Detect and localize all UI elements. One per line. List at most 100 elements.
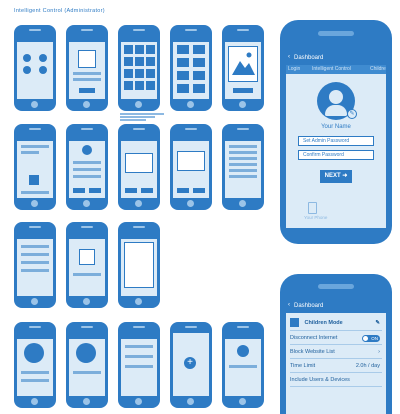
thumb-line	[21, 371, 49, 374]
thumb-header	[173, 135, 209, 141]
tab-login[interactable]: Login	[288, 66, 300, 72]
include-row[interactable]: Include Users & Devices	[290, 375, 382, 387]
thumb-phone-timer[interactable]	[118, 124, 160, 210]
thumb-app-icon	[124, 57, 133, 66]
dashboard-screen: ‹ Dashboard Children Mode ✎ Disconnect I…	[286, 300, 386, 414]
back-chevron-icon[interactable]: ‹	[288, 54, 290, 60]
thumb-phone-list[interactable]	[222, 124, 264, 210]
home-button[interactable]	[135, 101, 142, 108]
thumb-dot-icon	[39, 54, 47, 62]
thumb-phone-gallery[interactable]	[170, 25, 212, 111]
thumb-phone-signup[interactable]	[66, 25, 108, 111]
back-chevron-icon[interactable]: ‹	[288, 302, 290, 308]
home-button[interactable]	[83, 200, 90, 207]
home-button[interactable]	[83, 298, 90, 305]
thumb-app-icon	[124, 81, 133, 90]
home-button[interactable]	[187, 200, 194, 207]
edit-icon[interactable]: ✎	[375, 316, 380, 330]
time-limit-row[interactable]: Time Limit 2.0h / day	[290, 361, 382, 373]
speaker	[185, 326, 197, 328]
thumb-line	[21, 151, 39, 154]
thumb-list-row	[21, 261, 49, 264]
home-button[interactable]	[239, 398, 246, 405]
home-button[interactable]	[31, 101, 38, 108]
thumb-header	[69, 333, 105, 339]
thumb-phone-quote-2[interactable]	[66, 322, 108, 408]
confirm-password-field[interactable]: Confirm Password	[298, 150, 374, 160]
thumb-image-icon	[193, 71, 205, 80]
home-button[interactable]	[187, 398, 194, 405]
thumb-header	[69, 135, 105, 141]
user-avatar-icon[interactable]: ✎	[317, 82, 357, 120]
thumb-phone-grid[interactable]	[118, 25, 160, 111]
thumb-field	[73, 78, 101, 81]
header-title: Dashboard	[294, 55, 324, 61]
thumb-app-icon	[146, 57, 155, 66]
thumb-phone-schedule[interactable]	[170, 124, 212, 210]
dashboard-header: ‹ Dashboard	[286, 300, 386, 313]
password-field[interactable]: Set Admin Password	[298, 136, 374, 146]
home-button[interactable]	[31, 200, 38, 207]
thumb-header	[17, 135, 53, 141]
disconnect-toggle[interactable]: ON	[362, 335, 380, 342]
thumb-photo-frame	[228, 46, 258, 82]
thumb-phone-add[interactable]: +	[170, 322, 212, 408]
phone-icon	[308, 202, 317, 214]
page-title: Intelligent Control (Administrator)	[14, 8, 105, 14]
speaker	[318, 31, 354, 36]
thumb-button	[177, 188, 189, 193]
thumb-screen	[121, 233, 157, 296]
home-button[interactable]	[135, 298, 142, 305]
children-mode-label: Children Mode	[304, 320, 343, 326]
home-button[interactable]	[83, 398, 90, 405]
thumb-phone-profile[interactable]	[66, 124, 108, 210]
block-list-row[interactable]: Block Website List ›	[290, 347, 382, 359]
thumb-image-icon	[193, 84, 205, 93]
thumb-field	[73, 72, 101, 75]
home-button[interactable]	[83, 101, 90, 108]
tab-intelligent-control[interactable]: Intelligent Control	[312, 66, 351, 72]
thumb-phone-form[interactable]	[118, 222, 160, 308]
thumb-button	[193, 188, 205, 193]
home-button[interactable]	[135, 398, 142, 405]
plus-icon: +	[184, 357, 196, 369]
edit-avatar-icon[interactable]: ✎	[347, 109, 357, 119]
thumb-chart-icon	[29, 175, 39, 185]
quote-icon	[24, 343, 44, 363]
home-button[interactable]	[187, 101, 194, 108]
thumb-phone-device[interactable]	[222, 322, 264, 408]
speaker	[185, 29, 197, 31]
thumb-app-icon	[135, 45, 144, 54]
thumb-line	[73, 168, 101, 171]
tab-children[interactable]: Childre	[370, 66, 386, 72]
thumb-phone-start[interactable]	[14, 25, 56, 111]
thumb-screen	[69, 36, 105, 99]
thumb-screen	[17, 135, 53, 198]
home-button[interactable]	[135, 200, 142, 207]
thumb-list-row	[229, 169, 257, 172]
children-mode-row[interactable]: Children Mode ✎	[290, 316, 382, 331]
thumb-dot-icon	[39, 66, 47, 74]
thumb-phone-settings[interactable]	[118, 322, 160, 408]
thumb-phone-user[interactable]	[66, 222, 108, 308]
home-button[interactable]	[31, 298, 38, 305]
thumb-image-icon	[177, 45, 189, 54]
thumb-image-icon	[177, 71, 189, 80]
thumb-avatar-icon	[82, 145, 92, 155]
thumb-line	[21, 145, 49, 148]
speaker	[318, 284, 354, 289]
thumb-line	[73, 273, 101, 276]
home-button[interactable]	[239, 200, 246, 207]
thumb-phone-checklist[interactable]	[14, 222, 56, 308]
next-button[interactable]: NEXT ➜	[320, 170, 352, 183]
thumb-screen	[121, 135, 157, 198]
home-button[interactable]	[31, 398, 38, 405]
annotation-text	[120, 113, 164, 123]
home-button[interactable]	[239, 101, 246, 108]
thumb-dot-icon	[23, 66, 31, 74]
thumb-phone-quote[interactable]	[14, 322, 56, 408]
thumb-list-row	[125, 365, 153, 368]
thumb-phone-timeline[interactable]	[14, 124, 56, 210]
thumb-list-row	[21, 269, 49, 272]
thumb-phone-photo[interactable]	[222, 25, 264, 111]
